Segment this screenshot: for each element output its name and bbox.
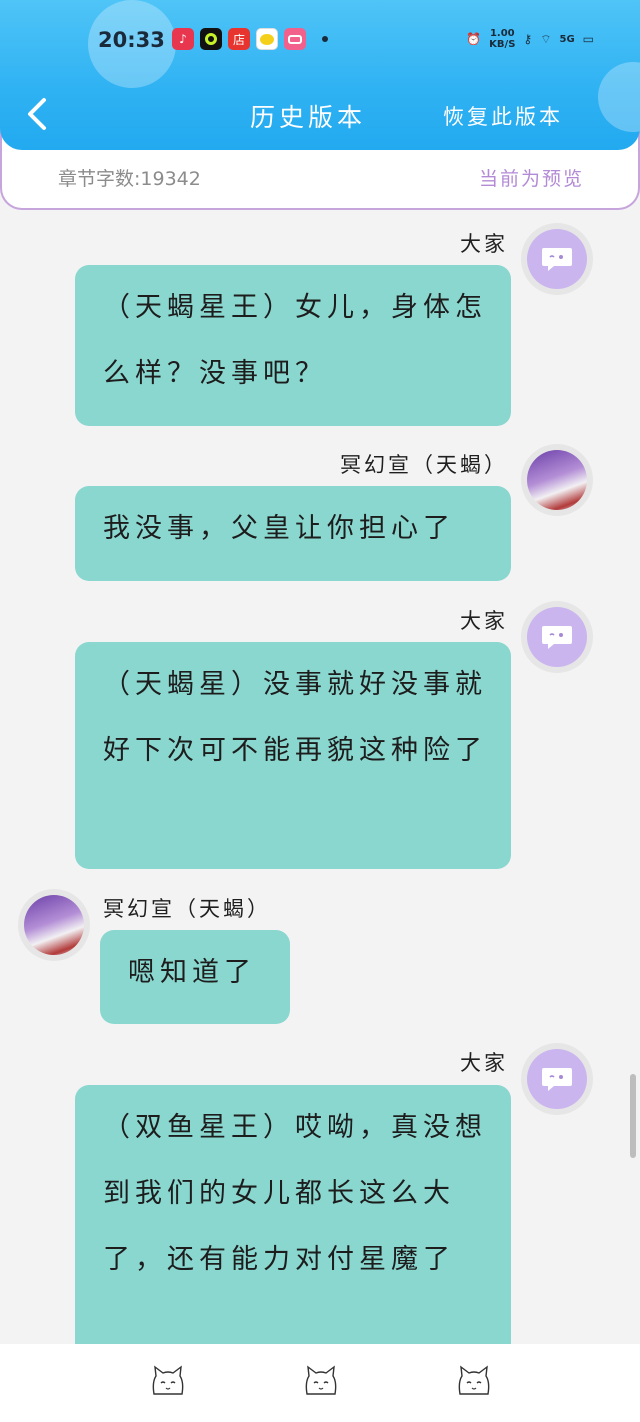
scrollbar[interactable] — [630, 1074, 636, 1158]
preview-status: 当前为预览 — [478, 168, 584, 190]
chat-app-icon — [256, 28, 278, 50]
chat-bubble-icon — [542, 1068, 572, 1091]
net-speed: 1.00 KB/S — [489, 28, 516, 50]
bilibili-app-icon — [284, 28, 306, 50]
music-app-icon: ♪ — [172, 28, 194, 50]
avatar[interactable] — [521, 444, 593, 516]
avatar[interactable] — [521, 601, 593, 673]
more-notifications-icon — [322, 36, 328, 42]
cat-face-icon[interactable] — [455, 1364, 493, 1400]
message-bubble: （天蝎星王）女儿，身体怎么样？没事吧？ — [75, 265, 511, 426]
page-title: 历史版本 — [250, 103, 367, 132]
avatar[interactable] — [521, 1043, 593, 1115]
back-icon[interactable] — [24, 96, 54, 132]
key-icon: ⚷ — [523, 32, 533, 46]
battery-icon: ▭ — [582, 32, 594, 46]
sender-name: 大家 — [460, 232, 508, 256]
notification-icons: ♪ 店 — [172, 28, 328, 50]
character-portrait — [527, 450, 587, 510]
alarm-icon: ⏰ — [466, 32, 482, 46]
sender-name: 大家 — [460, 1051, 508, 1075]
word-count: 章节字数:19342 — [58, 168, 201, 190]
restore-version-button[interactable]: 恢复此版本 — [443, 101, 563, 131]
status-indicators: ⏰ 1.00 KB/S ⚷ ⌔ 5G ▭ — [466, 28, 594, 50]
status-time: 20:33 — [98, 28, 165, 52]
sender-name: 冥幻宣（天蝎） — [340, 453, 508, 477]
cat-face-icon[interactable] — [302, 1364, 340, 1400]
bottom-nav — [0, 1344, 640, 1422]
message-bubble: （天蝎星）没事就好没事就好下次可不能再貌这种险了 — [75, 642, 511, 869]
character-portrait — [24, 895, 84, 955]
cat-face-icon[interactable] — [149, 1364, 187, 1400]
ring-app-icon — [200, 28, 222, 50]
sender-name: 冥幻宣（天蝎） — [103, 897, 271, 921]
avatar[interactable] — [18, 889, 90, 961]
wifi-icon: ⌔ — [540, 31, 552, 46]
avatar[interactable] — [521, 223, 593, 295]
store-app-icon: 店 — [228, 28, 250, 50]
header-decoration — [598, 62, 640, 132]
message-bubble: 我没事，父皇让你担心了 — [75, 486, 511, 581]
message-bubble: 嗯知道了 — [100, 930, 290, 1024]
sender-name: 大家 — [460, 609, 508, 633]
app-header: 20:33 ♪ 店 ⏰ 1.00 KB/S ⚷ ⌔ 5G ▭ 历史版本 恢复此版… — [0, 0, 640, 150]
chat-bubble-icon — [542, 626, 572, 649]
message-bubble: （双鱼星王）哎呦，真没想到我们的女儿都长这么大了，还有能力对付星魔了 — [75, 1085, 511, 1365]
signal-5g-icon: 5G — [559, 33, 575, 45]
chat-bubble-icon — [542, 248, 572, 271]
